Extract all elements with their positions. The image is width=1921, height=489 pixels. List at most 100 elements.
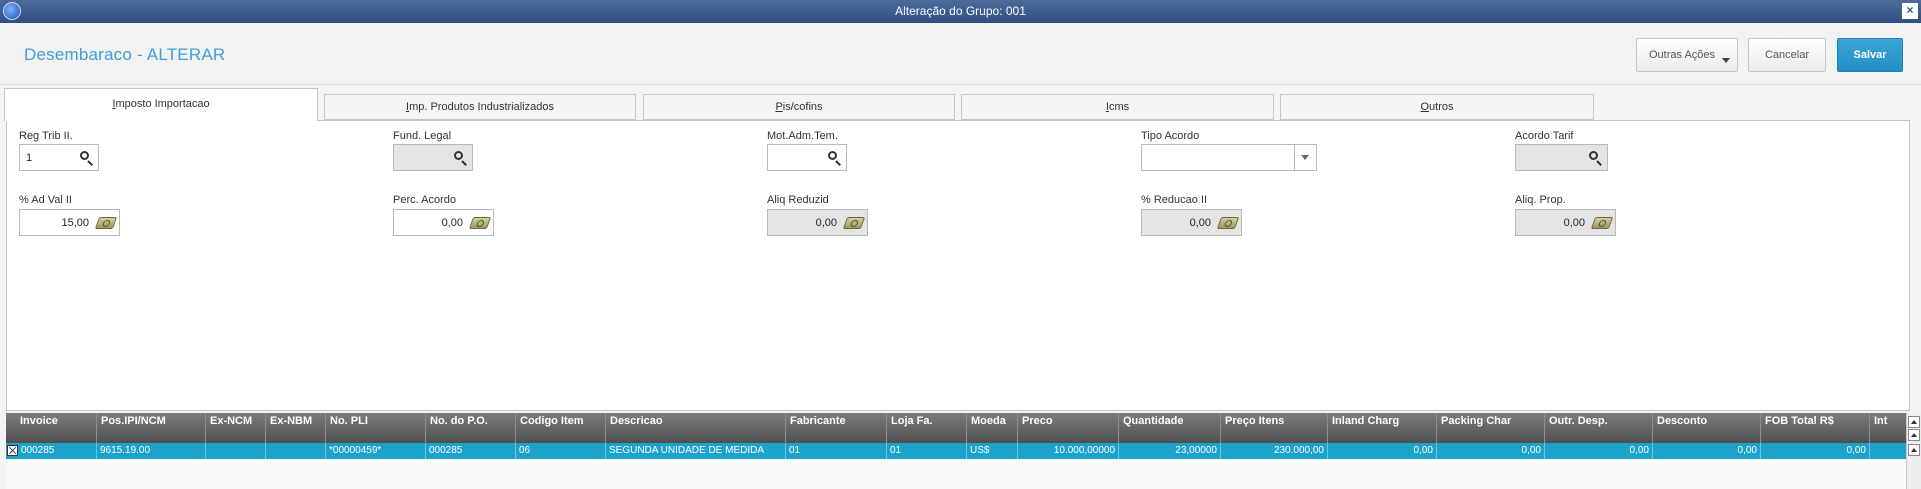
more-actions-label: Outras Ações [1649,49,1716,61]
grid-header: Invoice Pos.IPI/NCM Ex-NCM Ex-NBM No. PL… [6,413,1906,443]
fund-legal-label: Fund. Legal [393,130,452,142]
row-checkbox-icon[interactable] [7,445,18,456]
acordo-tarif-field[interactable] [1515,144,1608,171]
tab-label: mposto Importacao [115,98,210,110]
tab-bar: Imposto Importacao Imp. Produtos Industr… [0,88,1921,121]
tab-accel: O [1420,101,1430,113]
column-header[interactable]: Desconto [1653,413,1761,443]
money-icon[interactable] [842,217,866,229]
perc-acordo-label: Perc. Acordo [393,194,456,206]
items-grid: Invoice Pos.IPI/NCM Ex-NCM Ex-NBM No. PL… [6,413,1921,489]
title-bar: Alteração do Grupo: 001 × [0,0,1921,23]
money-icon[interactable] [468,217,492,229]
tab-imposto-importacao[interactable]: Imposto Importacao [4,88,318,121]
reducao-ii-label: % Reducao II [1141,194,1208,206]
column-header[interactable]: Pos.IPI/NCM [97,413,206,443]
column-header[interactable]: FOB Total R$ [1761,413,1870,443]
tab-label: mp. Produtos Industrializados [409,101,554,113]
table-cell: US$ [967,443,1018,459]
column-header[interactable]: Int [1870,413,1906,443]
table-cell [206,443,266,459]
money-icon[interactable] [1590,217,1614,229]
chevron-down-icon [1722,58,1730,63]
column-header[interactable]: Fabricante [786,413,887,443]
ad-val-ii-label: % Ad Val II [19,194,72,206]
tab-label: utros [1429,101,1454,113]
table-cell: 01 [887,443,967,459]
scroll-up-icon[interactable] [1908,444,1920,456]
reg-trib-ii-label: Reg Trib II. [19,130,73,142]
column-header[interactable]: Moeda [967,413,1018,443]
column-header[interactable]: Ex-NCM [206,413,266,443]
search-icon[interactable] [452,150,468,166]
column-header[interactable]: Quantidade [1119,413,1221,443]
reducao-ii-value: 0,00 [1189,217,1211,229]
aliq-prop-label: Aliq. Prop. [1515,194,1566,206]
aliq-reduzid-value: 0,00 [815,217,837,229]
column-header[interactable]: Packing Char [1437,413,1545,443]
column-header[interactable]: Loja Fa. [887,413,967,443]
tab-accel: P [775,101,783,113]
tab-imp-produtos-industrializados[interactable]: Imp. Produtos Industrializados [324,94,636,120]
scroll-up-icon[interactable] [1908,416,1920,428]
reducao-ii-field[interactable]: 0,00 [1141,209,1242,236]
tab-outros[interactable]: Outros [1280,94,1594,120]
scroll-up-icon[interactable] [1908,429,1920,441]
mot-adm-tem-label: Mot.Adm.Tem. [767,130,838,142]
dropdown-icon[interactable] [1294,145,1316,170]
ad-val-ii-value: 15,00 [61,217,89,229]
table-row[interactable]: 000285 9615.19.00 *00000459* 000285 06 S… [6,443,1906,459]
perc-acordo-value: 0,00 [441,217,463,229]
search-icon[interactable] [826,150,842,166]
aliq-prop-value: 0,00 [1563,217,1585,229]
close-icon[interactable]: × [1902,3,1918,19]
fund-legal-field[interactable] [393,144,473,171]
perc-acordo-field[interactable]: 0,00 [393,209,494,236]
column-header[interactable]: Inland Charg [1328,413,1437,443]
table-cell [1870,443,1906,459]
table-cell: 01 [786,443,887,459]
table-cell: 23,00000 [1119,443,1221,459]
column-header[interactable]: Preço Itens [1221,413,1328,443]
table-cell: 0,00 [1653,443,1761,459]
money-icon[interactable] [1216,217,1240,229]
column-header[interactable]: Descricao [606,413,786,443]
table-cell: 000285 [18,443,97,459]
column-header[interactable]: Codigo Item [516,413,606,443]
page-title: Desembaraco - ALTERAR [24,45,226,64]
search-icon[interactable] [1587,150,1603,166]
column-header[interactable]: Outr. Desp. [1545,413,1653,443]
mot-adm-tem-field[interactable] [767,144,847,171]
money-icon[interactable] [94,217,118,229]
more-actions-button[interactable]: Outras Ações [1636,38,1738,72]
table-cell: 9615.19.00 [97,443,206,459]
table-cell [266,443,326,459]
save-button[interactable]: Salvar [1837,38,1903,72]
table-cell: 230.000,00 [1221,443,1328,459]
tab-label: is/cofins [782,101,823,113]
column-header[interactable]: Ex-NBM [266,413,326,443]
table-cell: 000285 [426,443,516,459]
window-title: Alteração do Grupo: 001 [895,4,1026,18]
column-header[interactable]: Invoice [6,413,97,443]
app-window: Alteração do Grupo: 001 × Desembaraco - … [0,0,1921,489]
column-header[interactable]: No. do P.O. [426,413,516,443]
search-icon[interactable] [78,150,94,166]
tab-pis-cofins[interactable]: Pis/cofins [643,94,955,120]
tipo-acordo-select[interactable] [1141,144,1317,171]
reg-trib-ii-field[interactable]: 1 [19,144,99,171]
form-panel: Reg Trib II. 1 Fund. Legal Mot.Adm.Tem. … [6,120,1910,411]
aliq-reduzid-field[interactable]: 0,00 [767,209,868,236]
ad-val-ii-field[interactable]: 15,00 [19,209,120,236]
tab-icms[interactable]: Icms [961,94,1274,120]
cancel-button[interactable]: Cancelar [1748,38,1826,72]
vertical-scrollbar[interactable] [1906,413,1921,489]
tab-label: cms [1108,101,1130,113]
aliq-prop-field[interactable]: 0,00 [1515,209,1616,236]
table-cell: SEGUNDA UNIDADE DE MEDIDA [606,443,786,459]
table-cell: *00000459* [326,443,426,459]
grid-empty-area [6,459,1906,489]
column-header[interactable]: No. PLI [326,413,426,443]
aliq-reduzid-label: Aliq Reduzid [767,194,829,206]
column-header[interactable]: Preco [1018,413,1119,443]
